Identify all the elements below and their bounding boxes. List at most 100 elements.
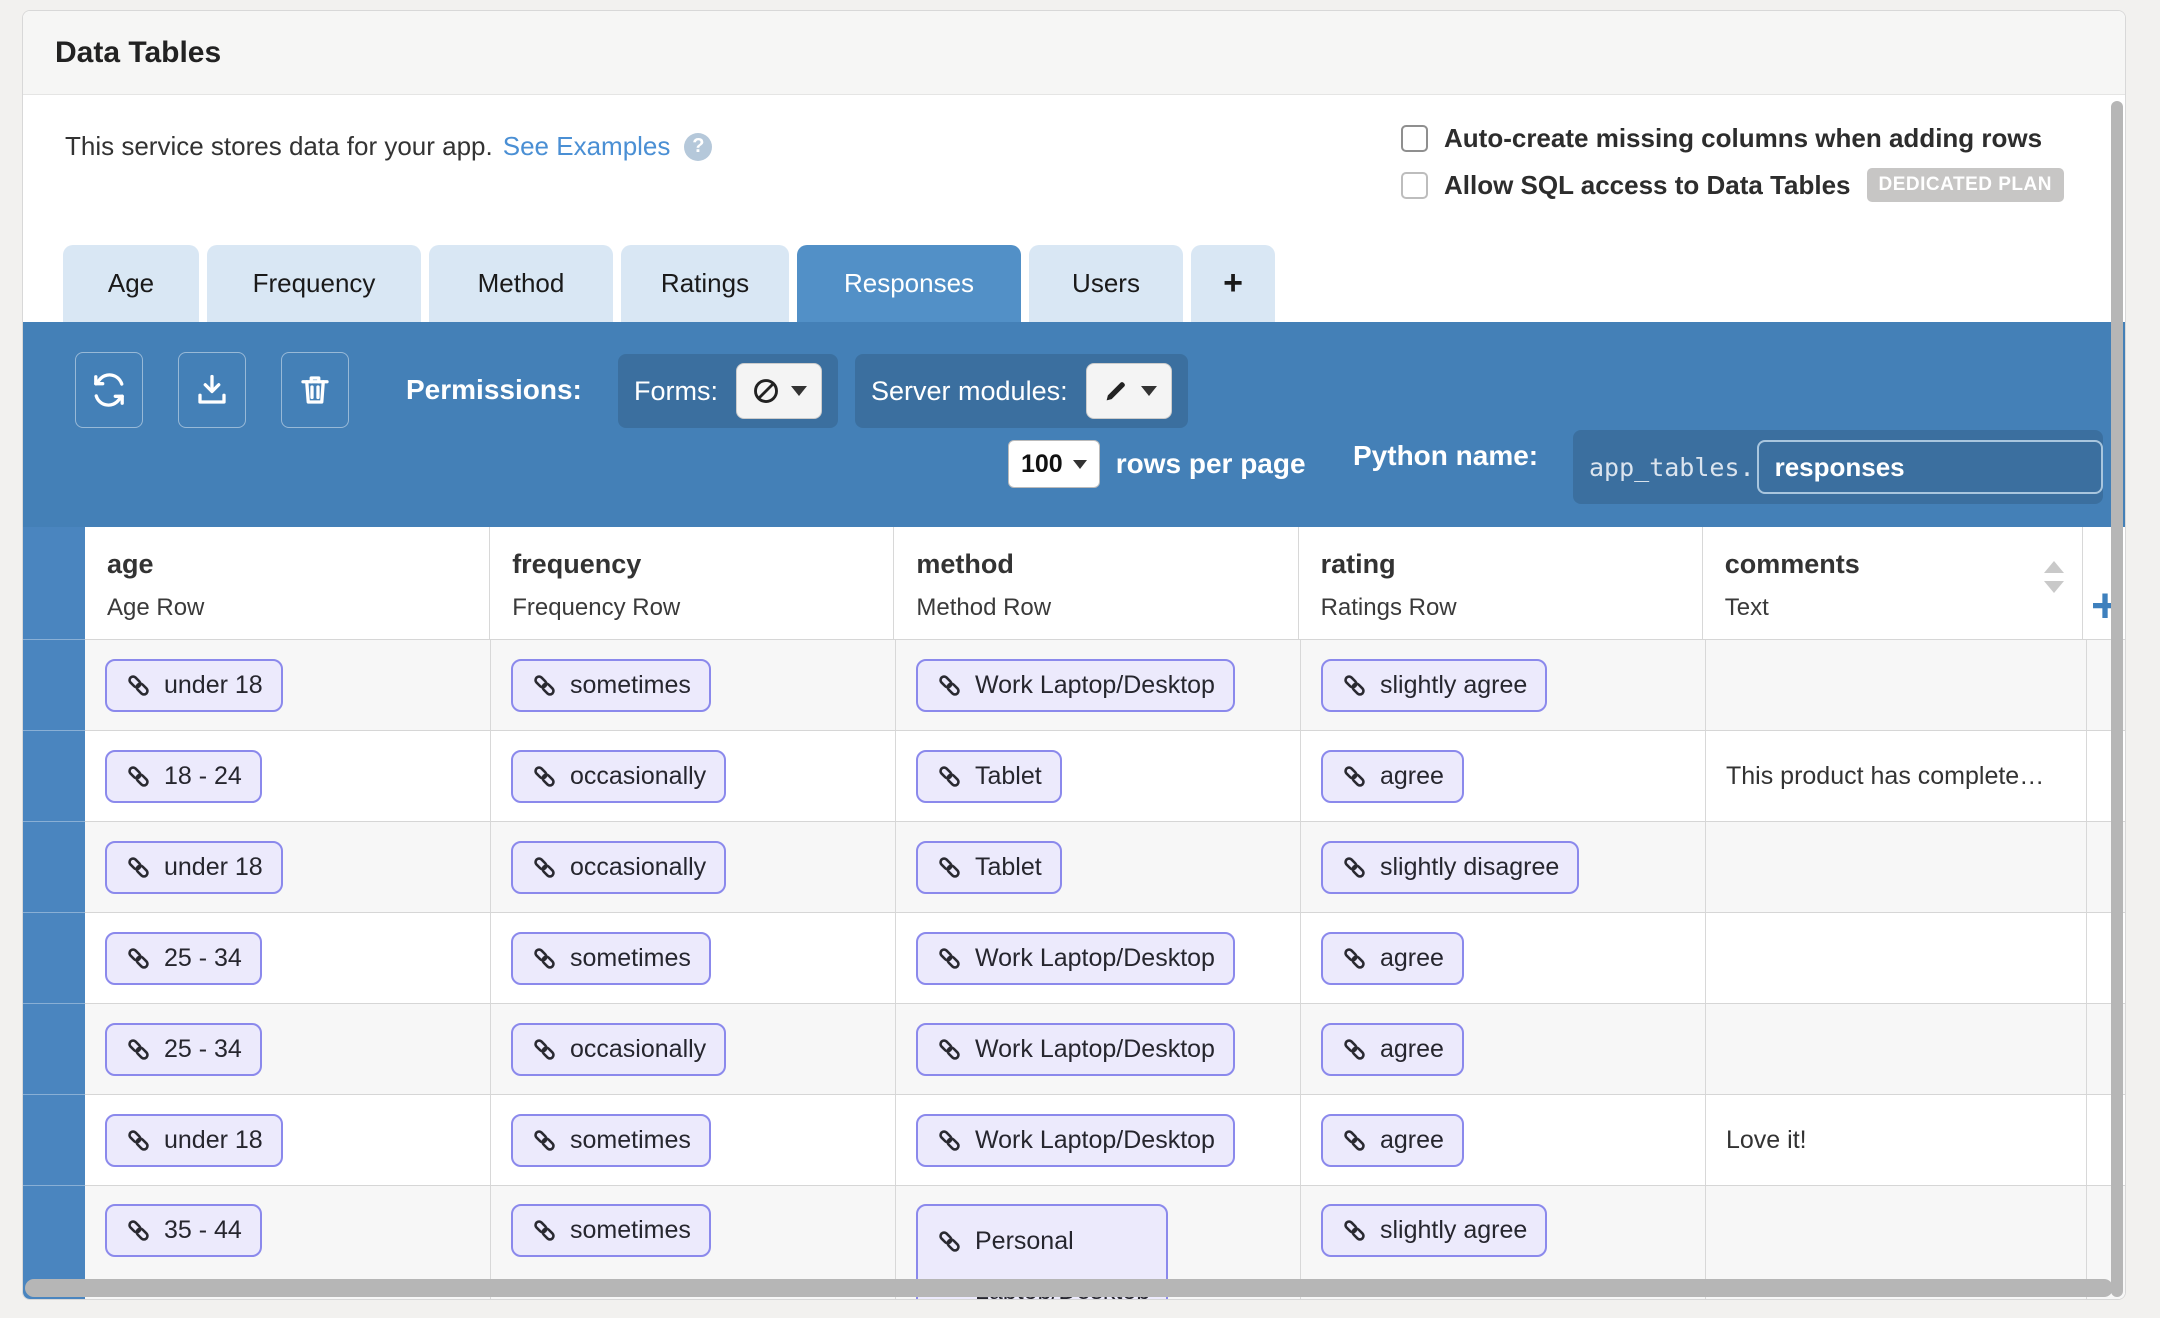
linked-row-chip[interactable]: sometimes bbox=[511, 659, 711, 712]
linked-row-chip[interactable]: agree bbox=[1321, 1114, 1464, 1167]
linked-row-chip[interactable]: under 18 bbox=[105, 659, 283, 712]
cell-age[interactable]: under 18 bbox=[85, 1095, 491, 1185]
link-icon bbox=[936, 945, 963, 972]
table-row: under 18 occasionally Tablet slightly di… bbox=[85, 822, 2125, 913]
tab-method[interactable]: Method bbox=[429, 245, 613, 322]
cell-method[interactable]: Tablet bbox=[896, 822, 1301, 912]
cell-age[interactable]: 25 - 34 bbox=[85, 913, 491, 1003]
cell-rating[interactable]: agree bbox=[1301, 1004, 1706, 1094]
auto-create-checkbox[interactable] bbox=[1401, 125, 1428, 152]
download-button[interactable] bbox=[178, 352, 246, 428]
linked-row-chip[interactable]: Work Laptop/Desktop bbox=[916, 1023, 1235, 1076]
cell-rating[interactable]: agree bbox=[1301, 913, 1706, 1003]
server-modules-permission-dropdown[interactable] bbox=[1086, 363, 1172, 419]
cell-method[interactable]: Work Laptop/Desktop bbox=[896, 640, 1301, 730]
linked-row-chip[interactable]: agree bbox=[1321, 750, 1464, 803]
row-handle[interactable] bbox=[23, 1004, 85, 1095]
linked-row-chip[interactable]: Work Laptop/Desktop bbox=[916, 932, 1235, 985]
refresh-button[interactable] bbox=[75, 352, 143, 428]
vertical-scrollbar[interactable] bbox=[2111, 101, 2123, 1297]
sql-access-checkbox[interactable] bbox=[1401, 172, 1428, 199]
horizontal-scrollbar[interactable] bbox=[25, 1279, 2113, 1297]
cell-method[interactable]: Work Laptop/Desktop bbox=[896, 1095, 1301, 1185]
cell-frequency[interactable]: occasionally bbox=[491, 731, 896, 821]
cell-frequency[interactable]: sometimes bbox=[491, 640, 896, 730]
delete-button[interactable] bbox=[281, 352, 349, 428]
row-handle[interactable] bbox=[23, 913, 85, 1004]
help-icon[interactable]: ? bbox=[684, 133, 712, 161]
tab-age[interactable]: Age bbox=[63, 245, 199, 322]
cell-frequency[interactable]: sometimes bbox=[491, 913, 896, 1003]
linked-row-chip[interactable]: occasionally bbox=[511, 1023, 726, 1076]
row-handle[interactable] bbox=[23, 640, 85, 731]
cell-frequency[interactable]: sometimes bbox=[491, 1095, 896, 1185]
row-handle[interactable] bbox=[23, 731, 85, 822]
cell-age[interactable]: 18 - 24 bbox=[85, 731, 491, 821]
cell-comments[interactable] bbox=[1706, 1004, 2087, 1094]
sort-icon[interactable] bbox=[2044, 561, 2064, 593]
linked-row-chip[interactable]: occasionally bbox=[511, 841, 726, 894]
linked-row-chip[interactable]: agree bbox=[1321, 932, 1464, 985]
see-examples-link[interactable]: See Examples bbox=[503, 131, 671, 162]
linked-row-chip[interactable]: Tablet bbox=[916, 750, 1062, 803]
cell-rating[interactable]: agree bbox=[1301, 731, 1706, 821]
column-header-rating[interactable]: rating Ratings Row bbox=[1299, 527, 1703, 639]
column-header-method[interactable]: method Method Row bbox=[894, 527, 1298, 639]
linked-row-chip[interactable]: slightly disagree bbox=[1321, 841, 1579, 894]
tab-users[interactable]: Users bbox=[1029, 245, 1183, 322]
cell-frequency[interactable]: occasionally bbox=[491, 1004, 896, 1094]
linked-row-chip[interactable]: 18 - 24 bbox=[105, 750, 262, 803]
rows-per-page-select[interactable]: 100 bbox=[1008, 440, 1100, 488]
cell-comments[interactable] bbox=[1706, 640, 2087, 730]
forms-permission-dropdown[interactable] bbox=[736, 363, 822, 419]
cell-method[interactable]: Work Laptop/Desktop bbox=[896, 1004, 1301, 1094]
linked-row-chip[interactable]: Work Laptop/Desktop bbox=[916, 1114, 1235, 1167]
linked-row-chip[interactable]: sometimes bbox=[511, 932, 711, 985]
linked-row-chip[interactable]: agree bbox=[1321, 1023, 1464, 1076]
linked-row-chip[interactable]: 25 - 34 bbox=[105, 1023, 262, 1076]
column-header-comments[interactable]: comments Text bbox=[1703, 527, 2083, 639]
cell-rating[interactable]: agree bbox=[1301, 1095, 1706, 1185]
linked-row-chip[interactable]: Work Laptop/Desktop bbox=[916, 659, 1235, 712]
cell-age[interactable]: 25 - 34 bbox=[85, 1004, 491, 1094]
cell-age[interactable]: under 18 bbox=[85, 822, 491, 912]
tab-responses[interactable]: Responses bbox=[797, 245, 1021, 322]
cell-comments[interactable] bbox=[1706, 913, 2087, 1003]
tab-frequency[interactable]: Frequency bbox=[207, 245, 421, 322]
add-table-tab[interactable]: + bbox=[1191, 245, 1275, 322]
cell-comments[interactable]: Love it! bbox=[1706, 1095, 2087, 1185]
link-icon bbox=[1341, 854, 1368, 881]
link-icon bbox=[125, 945, 152, 972]
linked-row-chip[interactable]: 25 - 34 bbox=[105, 932, 262, 985]
cell-method[interactable]: Work Laptop/Desktop bbox=[896, 913, 1301, 1003]
link-icon bbox=[936, 1127, 963, 1154]
python-name-input[interactable]: responses bbox=[1757, 440, 2103, 494]
cell-method[interactable]: Tablet bbox=[896, 731, 1301, 821]
link-icon bbox=[936, 1036, 963, 1063]
python-name-label-wrap: Python name: bbox=[1353, 440, 1538, 472]
linked-row-chip[interactable]: under 18 bbox=[105, 1114, 283, 1167]
linked-row-chip[interactable]: under 18 bbox=[105, 841, 283, 894]
linked-row-chip[interactable]: sometimes bbox=[511, 1204, 711, 1257]
linked-row-chip[interactable]: 35 - 44 bbox=[105, 1204, 262, 1257]
column-header-age[interactable]: age Age Row bbox=[85, 527, 490, 639]
link-icon bbox=[125, 854, 152, 881]
row-handle[interactable] bbox=[23, 1095, 85, 1186]
cell-frequency[interactable]: occasionally bbox=[491, 822, 896, 912]
sort-up-icon bbox=[2044, 561, 2064, 573]
cell-comments[interactable] bbox=[1706, 822, 2087, 912]
linked-row-chip[interactable]: sometimes bbox=[511, 1114, 711, 1167]
linked-row-chip[interactable]: occasionally bbox=[511, 750, 726, 803]
column-header-frequency[interactable]: frequency Frequency Row bbox=[490, 527, 894, 639]
row-handle[interactable] bbox=[23, 822, 85, 913]
cell-rating[interactable]: slightly disagree bbox=[1301, 822, 1706, 912]
linked-row-chip[interactable]: Tablet bbox=[916, 841, 1062, 894]
tab-ratings[interactable]: Ratings bbox=[621, 245, 789, 322]
cell-age[interactable]: under 18 bbox=[85, 640, 491, 730]
linked-row-chip[interactable]: slightly agree bbox=[1321, 659, 1547, 712]
linked-row-chip[interactable]: slightly agree bbox=[1321, 1204, 1547, 1257]
plus-icon: + bbox=[1223, 264, 1243, 303]
cell-comments[interactable]: This product has complete… bbox=[1706, 731, 2087, 821]
cell-rating[interactable]: slightly agree bbox=[1301, 640, 1706, 730]
link-icon bbox=[531, 1217, 558, 1244]
